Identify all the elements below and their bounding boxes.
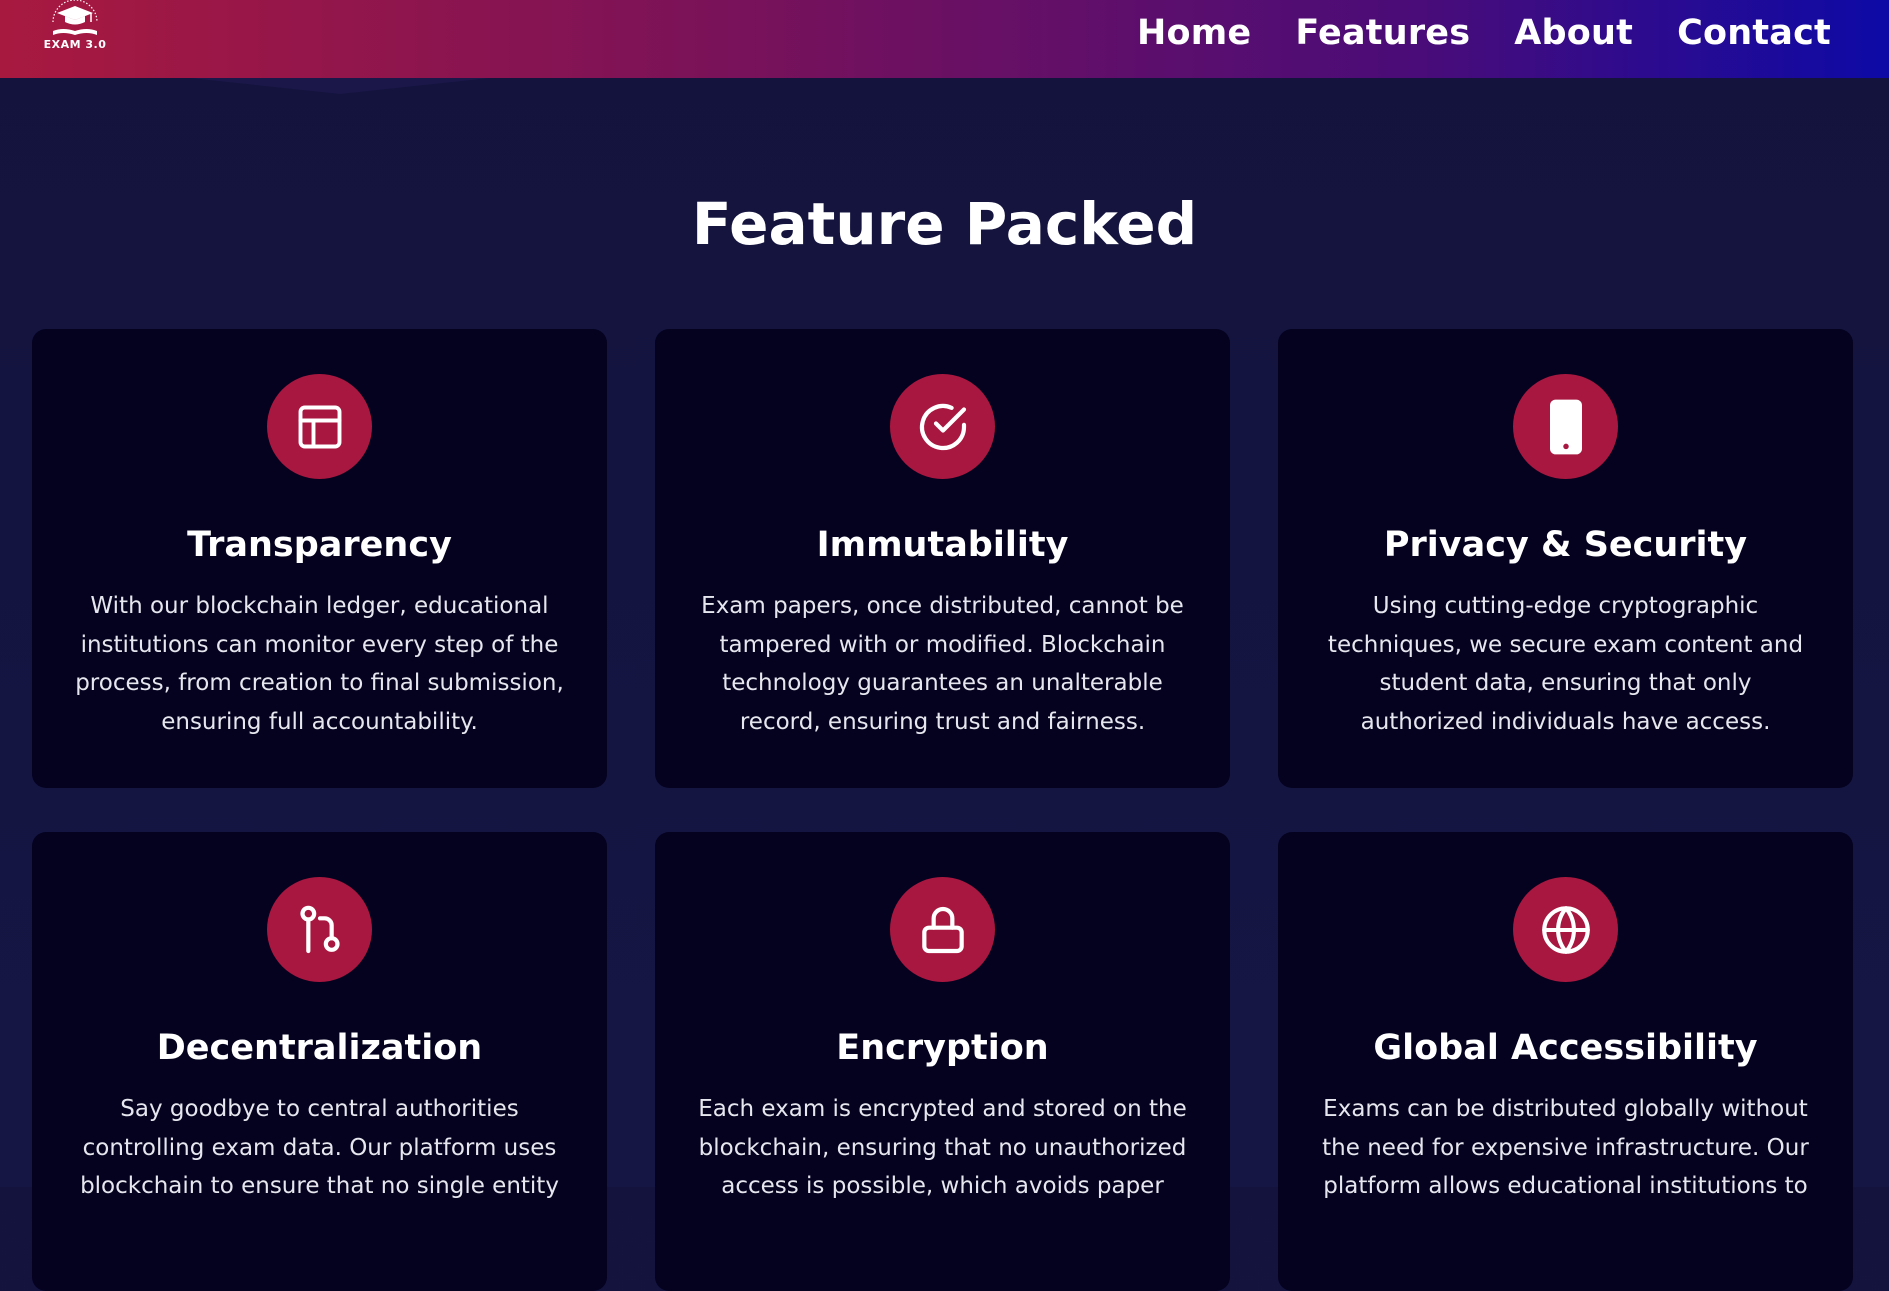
feature-card-description: Each exam is encrypted and stored on the… xyxy=(698,1096,1187,1199)
feature-card-privacy-security: Privacy & Security Using cutting-edge cr… xyxy=(1278,329,1853,788)
feature-card-transparency: Transparency With our blockchain ledger,… xyxy=(32,329,607,788)
nav-link-features[interactable]: Features xyxy=(1295,13,1470,53)
nav-notch-decoration xyxy=(190,78,490,94)
feature-card-title: Transparency xyxy=(187,525,452,565)
feature-card-global-accessibility: Global Accessibility Exams can be distri… xyxy=(1278,832,1853,1291)
globe-icon xyxy=(1541,905,1590,954)
main-nav: Home Features About Contact xyxy=(1137,0,1831,66)
feature-card-description: Exams can be distributed globally withou… xyxy=(1322,1096,1809,1199)
layout-icon xyxy=(298,405,341,448)
feature-icon-badge xyxy=(267,374,372,479)
feature-card-description: Say goodbye to central authorities contr… xyxy=(80,1096,559,1199)
check-circle-icon xyxy=(919,403,966,450)
feature-icon-badge xyxy=(1513,374,1618,479)
feature-icon-badge xyxy=(267,877,372,982)
nav-link-contact[interactable]: Contact xyxy=(1677,13,1831,53)
features-section-title: Feature Packed xyxy=(691,190,1198,258)
lock-icon xyxy=(921,906,964,953)
feature-card-title: Privacy & Security xyxy=(1383,525,1748,565)
feature-card-title: Global Accessibility xyxy=(1373,1028,1758,1068)
feature-card-description: Exam papers, once distributed, cannot be… xyxy=(701,593,1184,735)
feature-card-description: Using cutting-edge cryptographic techniq… xyxy=(1327,593,1804,735)
feature-icon-badge xyxy=(890,877,995,982)
feature-icon-badge xyxy=(1513,877,1618,982)
git-pull-request-icon xyxy=(299,905,340,953)
feature-card-immutability: Immutability Exam papers, once distribut… xyxy=(655,329,1230,788)
feature-card-title: Immutability xyxy=(816,525,1069,565)
navbar: EXAM 3.0 Home Features About Contact xyxy=(0,0,1889,78)
nav-link-about[interactable]: About xyxy=(1514,13,1633,53)
graduation-cap-icon xyxy=(52,0,98,35)
feature-card-title: Decentralization xyxy=(156,1028,483,1068)
site-logo[interactable]: EXAM 3.0 xyxy=(40,0,110,62)
logo-text: EXAM 3.0 xyxy=(43,38,107,51)
feature-icon-badge xyxy=(890,374,995,479)
feature-card-description: With our blockchain ledger, educational … xyxy=(75,593,564,735)
nav-link-home[interactable]: Home xyxy=(1137,13,1251,53)
feature-card-encryption: Encryption Each exam is encrypted and st… xyxy=(655,832,1230,1291)
feature-card-title: Encryption xyxy=(836,1028,1049,1068)
phone-icon xyxy=(1549,399,1582,454)
feature-card-decentralization: Decentralization Say goodbye to central … xyxy=(32,832,607,1291)
